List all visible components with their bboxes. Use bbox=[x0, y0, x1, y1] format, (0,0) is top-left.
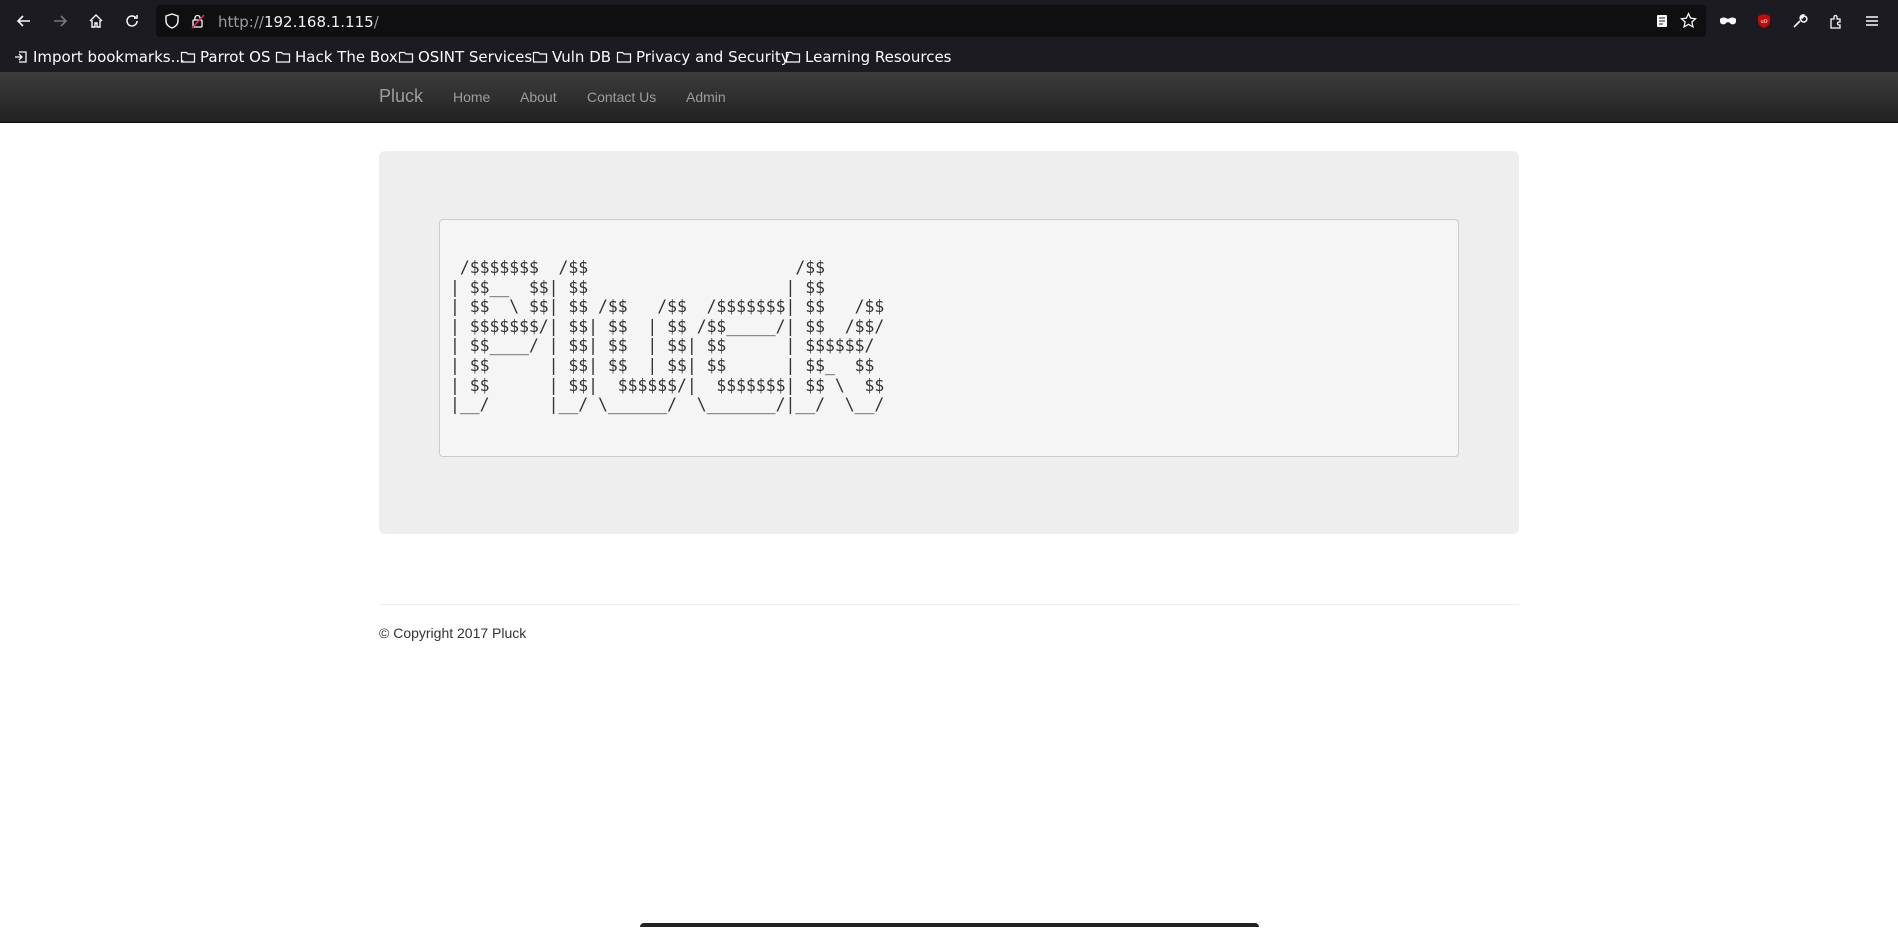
bookmark-import[interactable]: Import bookmarks... bbox=[13, 47, 185, 67]
bookmarks-toolbar: Import bookmarks... Parrot OS Hack The B… bbox=[0, 42, 1898, 72]
bookmark-folder-vuln-db[interactable]: Vuln DB bbox=[532, 47, 611, 67]
bottom-overlay-bar bbox=[640, 923, 1259, 927]
folder-icon bbox=[398, 51, 414, 63]
bookmark-folder-privacy-and-security[interactable]: Privacy and Security bbox=[616, 47, 790, 67]
home-icon[interactable] bbox=[84, 9, 108, 33]
folder-icon bbox=[532, 51, 548, 63]
bookmark-label: Learning Resources bbox=[805, 48, 952, 66]
reader-view-icon[interactable] bbox=[1654, 13, 1670, 34]
nav-contact-us[interactable]: Contact Us bbox=[587, 89, 656, 105]
bookmark-folder-hack-the-box[interactable]: Hack The Box bbox=[275, 47, 398, 67]
extensions-icon[interactable] bbox=[1824, 9, 1848, 33]
ascii-banner: /$$$$$$$ /$$ /$$ | $$__ $$| $$ | $$ | $$… bbox=[450, 258, 885, 415]
back-icon[interactable] bbox=[12, 9, 36, 33]
shield-icon[interactable] bbox=[164, 13, 180, 34]
browser-toolbar: http://192.168.1.115/ uO bbox=[0, 0, 1898, 42]
folder-icon bbox=[275, 51, 291, 63]
bookmark-label: OSINT Services bbox=[418, 48, 533, 66]
bookmark-folder-learning-resources[interactable]: Learning Resources bbox=[785, 47, 952, 67]
insecure-lock-icon[interactable] bbox=[190, 13, 206, 34]
bookmark-star-icon[interactable] bbox=[1680, 12, 1697, 34]
jumbotron: /$$$$$$$ /$$ /$$ | $$__ $$| $$ | $$ | $$… bbox=[379, 151, 1519, 534]
bookmark-label: Vuln DB bbox=[552, 48, 612, 66]
import-icon bbox=[15, 51, 27, 63]
reload-icon[interactable] bbox=[120, 9, 144, 33]
address-bar[interactable]: http://192.168.1.115/ bbox=[156, 5, 1706, 37]
forward-icon[interactable] bbox=[48, 9, 72, 33]
ublock-icon[interactable]: uO bbox=[1752, 9, 1776, 33]
svg-text:uO: uO bbox=[1760, 19, 1767, 25]
bookmark-label: Import bookmarks... bbox=[33, 48, 185, 66]
folder-icon bbox=[616, 51, 632, 63]
ascii-banner-box: /$$$$$$$ /$$ /$$ | $$__ $$| $$ | $$ | $$… bbox=[439, 219, 1459, 457]
folder-icon bbox=[180, 51, 196, 63]
bookmark-label: Hack The Box bbox=[295, 48, 398, 66]
url-text[interactable]: http://192.168.1.115/ bbox=[218, 13, 379, 31]
folder-icon bbox=[785, 51, 801, 63]
nav-home[interactable]: Home bbox=[453, 89, 490, 105]
bookmark-folder-osint-services[interactable]: OSINT Services bbox=[398, 47, 532, 67]
url-host: 192.168.1.115 bbox=[263, 13, 374, 31]
wrench-icon[interactable] bbox=[1788, 9, 1812, 33]
site-navbar: Pluck Home About Contact Us Admin bbox=[0, 72, 1898, 123]
footer-copyright: © Copyright 2017 Pluck bbox=[379, 625, 527, 641]
menu-icon[interactable] bbox=[1860, 9, 1884, 33]
bookmark-folder-parrot-os[interactable]: Parrot OS bbox=[180, 47, 270, 67]
nav-about[interactable]: About bbox=[520, 89, 557, 105]
url-path: / bbox=[373, 13, 379, 31]
bookmark-label: Privacy and Security bbox=[636, 48, 790, 66]
footer-divider bbox=[379, 604, 1519, 605]
bookmark-label: Parrot OS bbox=[200, 48, 271, 66]
navbar-brand[interactable]: Pluck bbox=[379, 86, 423, 107]
url-scheme: http:// bbox=[218, 13, 264, 31]
private-mask-icon[interactable] bbox=[1716, 9, 1740, 33]
nav-admin[interactable]: Admin bbox=[686, 89, 726, 105]
